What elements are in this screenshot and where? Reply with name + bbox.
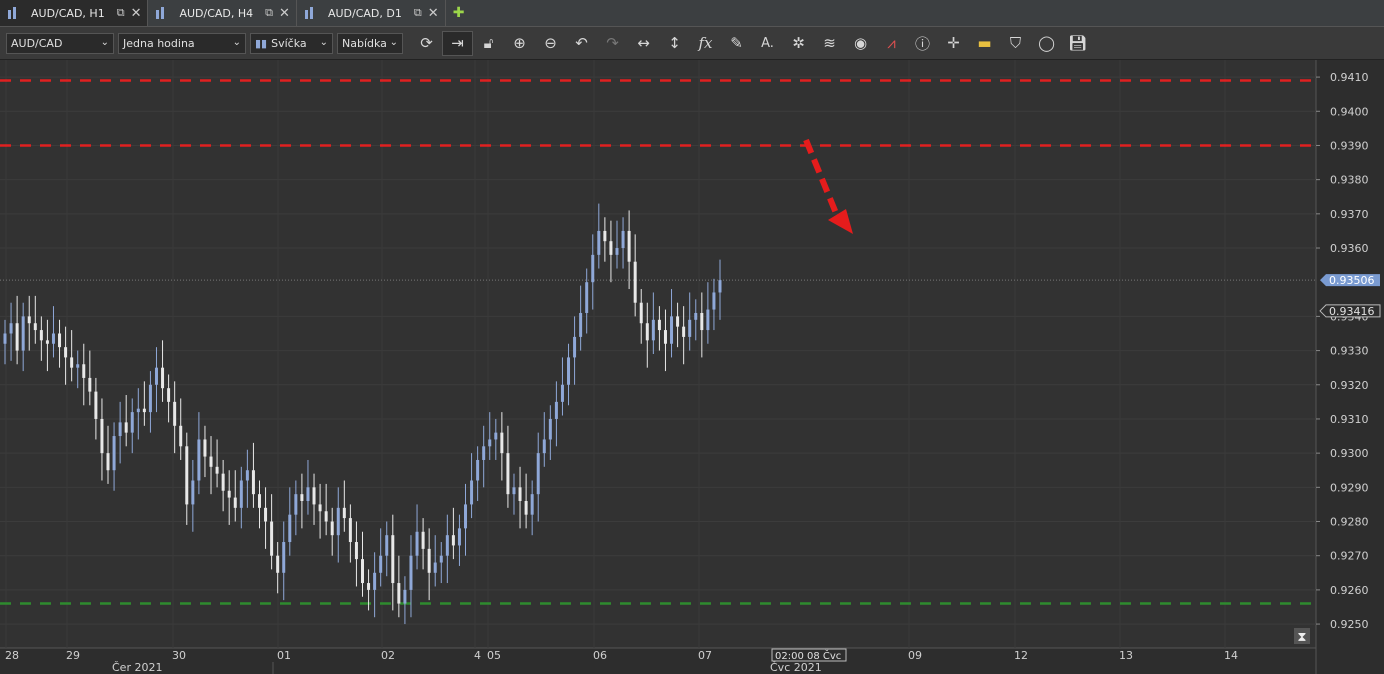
fill-bucket-icon[interactable]: ⛉ [1000, 31, 1031, 56]
add-chart-icon[interactable]: ✚ [446, 0, 472, 26]
current-ask-value: 0.93416 [1329, 305, 1375, 318]
info-icon[interactable]: ⓘ [907, 31, 938, 56]
y-tick-label: 0.9280 [1330, 516, 1369, 529]
pattern-icon[interactable]: ⩘ [876, 31, 907, 56]
vertical-scale-icon[interactable]: ↕ [659, 31, 690, 56]
candlestick-chart-icon [8, 7, 22, 19]
x-day-label: 07 [698, 649, 712, 662]
tab-label: AUD/CAD, H1 [31, 6, 105, 20]
trading-platform-window: AUD/CAD, H1 ⧉ ✕ AUD/CAD, H4 ⧉ ✕ AUD/CAD,… [0, 0, 1384, 674]
autoscale-icon[interactable]: ⧗ [1294, 628, 1310, 645]
x-day-label: 05 [487, 649, 501, 662]
circle-icon[interactable]: ◯ [1031, 31, 1062, 56]
undock-icon[interactable]: ⧉ [265, 6, 273, 20]
ruler-icon[interactable]: ▬ [969, 31, 1000, 56]
y-tick-label: 0.9390 [1330, 139, 1369, 152]
timeframe-select-value: Jedna hodina [123, 36, 195, 50]
y-tick-label: 0.9330 [1330, 345, 1369, 358]
zoom-in-icon[interactable]: ⊕ [504, 31, 535, 56]
zoom-out-icon[interactable]: ⊖ [535, 31, 566, 56]
symbol-select[interactable]: AUD/CAD ⌄ [6, 32, 114, 54]
current-bid-value: 0.93506 [1329, 274, 1375, 287]
eye-icon[interactable]: ◉ [845, 31, 876, 56]
chart-type-select[interactable]: ▮▮ Svíčka ⌄ [250, 32, 333, 54]
x-day-label: 06 [593, 649, 607, 662]
tab-aud-cad-h1[interactable]: AUD/CAD, H1 ⧉ ✕ [0, 0, 149, 26]
x-cursor-label: 02:00 08 Čvc [775, 649, 841, 662]
offer-side-select[interactable]: Nabídka ⌄ [337, 32, 403, 54]
y-tick-label: 0.9380 [1330, 174, 1369, 187]
x-day-label: 28 [5, 649, 19, 662]
indicators-fx-icon[interactable]: fx [690, 31, 721, 56]
shift-chart-icon[interactable]: ⇥ [442, 30, 473, 56]
y-tick-label: 0.9300 [1330, 447, 1369, 460]
tab-label: AUD/CAD, D1 [327, 6, 402, 20]
tab-aud-cad-h4[interactable]: AUD/CAD, H4 ⧉ ✕ [148, 0, 297, 26]
lock-icon[interactable]: 🔓︎ [473, 31, 504, 56]
x-month-label: Čer 2021 [112, 661, 162, 674]
y-tick-label: 0.9410 [1330, 71, 1369, 84]
price-chart[interactable]: 0.9410 0.9400 0.9390 0.9380 0.9370 0.9360 0.93… [0, 60, 1384, 674]
save-icon[interactable]: 💾︎ [1062, 31, 1093, 56]
offer-side-select-value: Nabídka [342, 36, 387, 50]
y-tick-label: 0.9260 [1330, 584, 1369, 597]
undock-icon[interactable]: ⧉ [117, 6, 125, 20]
refresh-icon[interactable]: ⟳ [411, 31, 442, 56]
x-month-label: Čvc 2021 [770, 661, 822, 674]
tab-label: AUD/CAD, H4 [179, 6, 254, 20]
y-tick-label: 0.9360 [1330, 242, 1369, 255]
y-tick-label: 0.9370 [1330, 208, 1369, 221]
y-tick-label: 0.9250 [1330, 618, 1369, 631]
crosshair-star-icon[interactable]: ✲ [783, 31, 814, 56]
chart-type-select-value: Svíčka [271, 36, 307, 50]
chevron-down-icon: ⌄ [100, 36, 109, 48]
tab-aud-cad-d1[interactable]: AUD/CAD, D1 ⧉ ✕ [297, 0, 446, 26]
candlestick-chart-icon [156, 7, 170, 19]
x-day-label: 09 [908, 649, 922, 662]
chevron-down-icon: ⌄ [232, 36, 241, 48]
close-icon[interactable]: ✕ [428, 6, 439, 21]
y-tick-label: 0.9320 [1330, 379, 1369, 392]
undo-icon[interactable]: ↶ [566, 31, 597, 56]
y-tick-label: 0.9400 [1330, 105, 1369, 118]
y-tick-label: 0.9290 [1330, 481, 1369, 494]
timeframe-select[interactable]: Jedna hodina ⌄ [118, 32, 246, 54]
chevron-down-icon: ⌄ [319, 36, 328, 48]
current-bid-label: 0.93506 [1320, 274, 1380, 287]
chart-toolbar: AUD/CAD ⌄ Jedna hodina ⌄ ▮▮ Svíčka ⌄ Nab… [0, 27, 1384, 60]
layers-icon[interactable]: ≋ [814, 31, 845, 56]
y-tick-label: 0.9270 [1330, 550, 1369, 563]
x-day-label: 13 [1119, 649, 1133, 662]
x-day-label: 30 [172, 649, 186, 662]
current-ask-label: 0.93416 [1319, 304, 1381, 318]
candlestick-icon: ▮▮ [255, 36, 268, 50]
undock-icon[interactable]: ⧉ [414, 6, 422, 20]
x-day-label: 14 [1224, 649, 1238, 662]
horizontal-scale-icon[interactable]: ↔ [628, 31, 659, 56]
x-day-label: 02 [381, 649, 395, 662]
chart-tab-bar: AUD/CAD, H1 ⧉ ✕ AUD/CAD, H4 ⧉ ✕ AUD/CAD,… [0, 0, 1384, 27]
pencil-draw-icon[interactable]: ✎ [721, 31, 752, 56]
y-tick-label: 0.9310 [1330, 413, 1369, 426]
chevron-down-icon: ⌄ [389, 36, 398, 48]
svg-text:⧗: ⧗ [1297, 630, 1306, 645]
cursor-cross-icon[interactable]: ✛ [938, 31, 969, 56]
close-icon[interactable]: ✕ [279, 6, 290, 21]
candlestick-chart-icon [304, 7, 319, 19]
x-day-label: 01 [277, 649, 291, 662]
symbol-select-value: AUD/CAD [11, 36, 63, 50]
x-day-label: 4 [474, 649, 481, 662]
close-icon[interactable]: ✕ [131, 6, 142, 21]
x-day-label: 29 [66, 649, 80, 662]
redo-icon[interactable]: ↷ [597, 31, 628, 56]
text-tool-icon[interactable]: A. [752, 31, 783, 56]
x-day-label: 12 [1014, 649, 1028, 662]
chart-canvas[interactable]: 0.9410 0.9400 0.9390 0.9380 0.9370 0.9360 0.93… [0, 60, 1384, 674]
